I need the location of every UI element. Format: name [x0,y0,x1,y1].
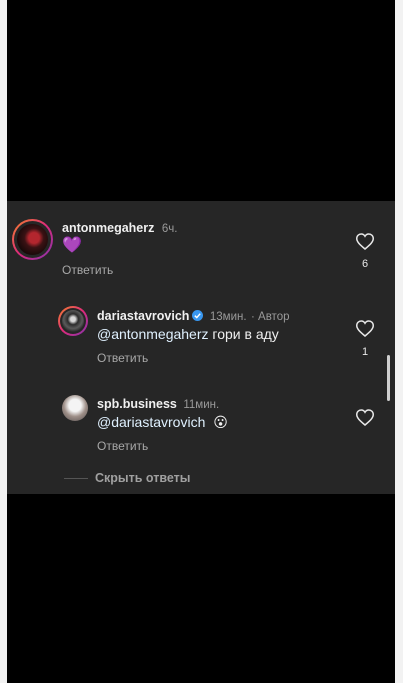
avatar-spb-business[interactable] [62,395,88,421]
author-badge: · Автор [251,311,290,323]
avatar-antonmegaherz[interactable] [12,219,53,260]
comment-username[interactable]: antonmegaherz [62,221,154,235]
heart-icon[interactable] [356,409,374,426]
comment-username[interactable]: spb.business [97,397,177,411]
avatar-dariastavrovich[interactable] [58,306,88,336]
reply-button[interactable]: Ответить [62,263,113,277]
comment-text: 💜 [62,237,82,254]
comment-time: 6ч. [161,223,178,235]
avatar-image [62,310,84,332]
heart-icon[interactable] [356,320,374,337]
comment-time: 11мин. [183,399,220,411]
comments-panel: antonmegaherz 6ч. 💜 Ответить 6 dariastav… [7,201,395,494]
mention-link[interactable]: @antonmegaherz [97,326,209,342]
comment-text: @dariastavrovich 😮 [97,414,228,431]
comment-body: гори в аду [208,326,279,342]
like-count: 1 [361,346,369,358]
verified-badge-icon [192,310,204,321]
reply-button[interactable]: Ответить [97,439,148,453]
comment-header: dariastavrovich 13мин. · Автор [97,307,289,325]
comment-time: 13мин. [209,311,247,323]
hide-replies-button[interactable]: Скрыть ответы [95,471,190,485]
scrollbar[interactable] [387,355,390,401]
comment-text: @antonmegaherz гори в аду [97,326,279,342]
reply-button[interactable]: Ответить [97,351,148,365]
mention-link[interactable]: @dariastavrovich [97,414,205,430]
emoji: 😮 [213,414,228,430]
comment-username[interactable]: dariastavrovich [97,309,189,323]
avatar-image [17,224,48,255]
like-count: 6 [361,258,369,270]
comment-header: spb.business 11мин. [97,395,219,413]
heart-icon[interactable] [356,233,374,250]
hide-replies-line [64,478,88,479]
